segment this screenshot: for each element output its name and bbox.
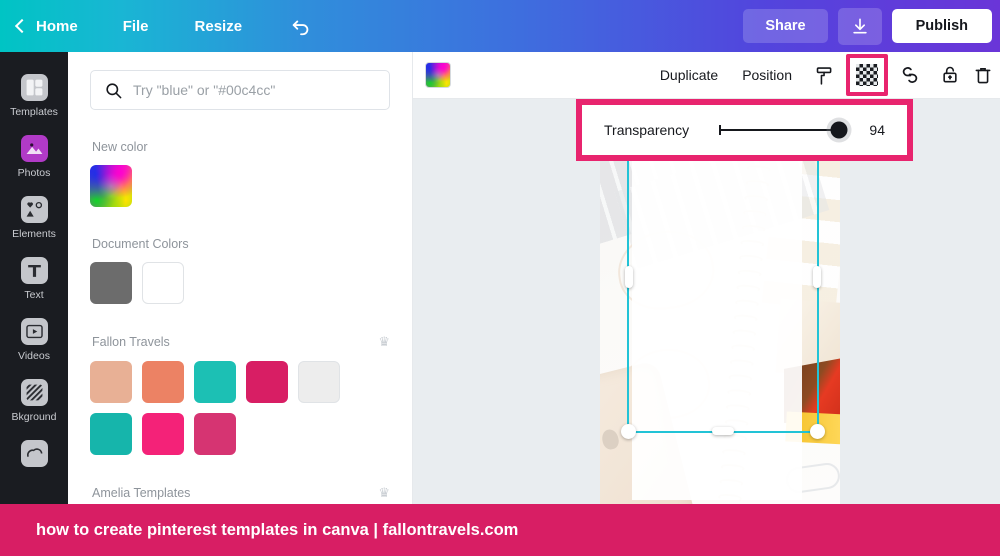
sidebar-item-label: Bkground [11,411,57,423]
resize-handle-bottom-left[interactable] [621,424,636,439]
share-button[interactable]: Share [743,9,828,43]
chevron-left-icon [14,18,30,34]
photos-icon [20,135,48,162]
object-toolbar: Duplicate Position [413,52,1000,99]
swatch-coral[interactable] [142,361,184,403]
swatch-magenta[interactable] [246,361,288,403]
sidebar-item-videos[interactable]: Videos [0,310,68,371]
sidebar-item-label: Videos [18,350,50,362]
swatch-teal-dark[interactable] [90,413,132,455]
templates-icon [20,74,48,101]
crown-icon: ♛ [378,485,390,500]
sidebar-item-templates[interactable]: Templates [0,66,68,127]
transparency-icon [856,64,878,86]
brand-kit-swatches [90,361,390,455]
videos-icon [20,318,48,345]
link-icon [902,67,918,83]
top-bar: Home File Resize Share Publish [0,0,1000,52]
lock-button[interactable] [932,57,968,93]
brand-kit-amelia-templates-header: Amelia Templates ♛ [92,485,390,501]
download-button[interactable] [837,7,882,45]
duplicate-button[interactable]: Duplicate [650,59,728,91]
swatch-pink[interactable] [142,413,184,455]
swatch-teal[interactable] [194,361,236,403]
home-button[interactable]: Home [14,17,78,35]
swatch-off-white[interactable] [298,361,340,403]
publish-button[interactable]: Publish [891,9,992,43]
left-rail: Templates Photos Elements Text Videos Bk… [0,52,68,504]
transparency-value: 94 [869,122,885,138]
sidebar-item-bkground[interactable]: Bkground [0,371,68,432]
canva-editor-window: Home File Resize Share Publish Templates… [0,0,1000,556]
resize-handle-left[interactable] [625,266,633,288]
top-bar-actions: Share Publish [743,7,1000,45]
home-label: Home [36,17,78,35]
sidebar-item-photos[interactable]: Photos [0,127,68,188]
link-button[interactable] [892,57,928,93]
paint-roller-icon [816,66,831,85]
sidebar-item-label: Elements [12,228,56,240]
delete-button[interactable] [972,57,994,93]
resize-handle-bottom[interactable] [712,427,734,435]
lock-icon [943,66,957,83]
sidebar-item-text[interactable]: Text [0,249,68,310]
document-colors-swatches [90,262,390,304]
transparency-slider[interactable] [719,121,848,139]
position-button[interactable]: Position [732,59,802,91]
swatch-rose[interactable] [194,413,236,455]
transparency-popup: Transparency 94 [576,99,913,161]
caption-bar: how to create pinterest templates in can… [0,504,1000,556]
transparency-button[interactable] [846,54,888,96]
uploads-icon [20,440,48,467]
transparency-slider-knob[interactable] [830,121,848,139]
download-icon [852,18,867,34]
rainbow-color-picker-swatch[interactable] [90,165,132,207]
brand-kit-title: Fallon Travels [92,335,170,349]
undo-arrow-icon [292,20,309,36]
sidebar-item-label: Photos [17,167,51,179]
brand-kit-fallon-travels-header: Fallon Travels ♛ [92,334,390,350]
background-icon [20,379,48,406]
color-panel: Try "blue" or "#00c4cc" New color Docume… [68,52,413,504]
resize-handle-bottom-right[interactable] [810,424,825,439]
selection-box[interactable] [621,115,825,439]
object-color-swatch[interactable] [425,62,451,88]
search-placeholder: Try "blue" or "#00c4cc" [133,82,276,98]
resize-handle-right[interactable] [813,266,821,288]
swatch-gray[interactable] [90,262,132,304]
sidebar-item-label: Text [24,289,44,301]
brand-kit-title: Amelia Templates [92,486,191,500]
object-toolbar-actions: Duplicate Position [650,54,994,96]
sidebar-item-elements[interactable]: Elements [0,188,68,249]
search-icon [106,82,122,98]
undo-button[interactable] [290,15,312,37]
new-color-title: New color [92,140,148,154]
crown-icon: ♛ [378,334,390,349]
swatch-peach[interactable] [90,361,132,403]
trash-icon [975,67,991,84]
search-input[interactable]: Try "blue" or "#00c4cc" [90,70,390,110]
transparency-label: Transparency [604,122,690,138]
new-color-swatches [90,165,390,207]
file-menu-button[interactable]: File [123,18,149,35]
editor-area: Duplicate Position Transparency 94 [413,52,1000,504]
swatch-white[interactable] [142,262,184,304]
text-icon [20,257,48,284]
resize-button[interactable]: Resize [195,18,243,35]
document-colors-title: Document Colors [92,237,189,251]
sidebar-item-uploads[interactable] [0,432,68,476]
caption-text: how to create pinterest templates in can… [36,520,519,539]
sidebar-item-label: Templates [10,106,58,118]
elements-icon [20,196,48,223]
photo-phone-logo [600,427,621,452]
paint-roller-button[interactable] [806,57,842,93]
